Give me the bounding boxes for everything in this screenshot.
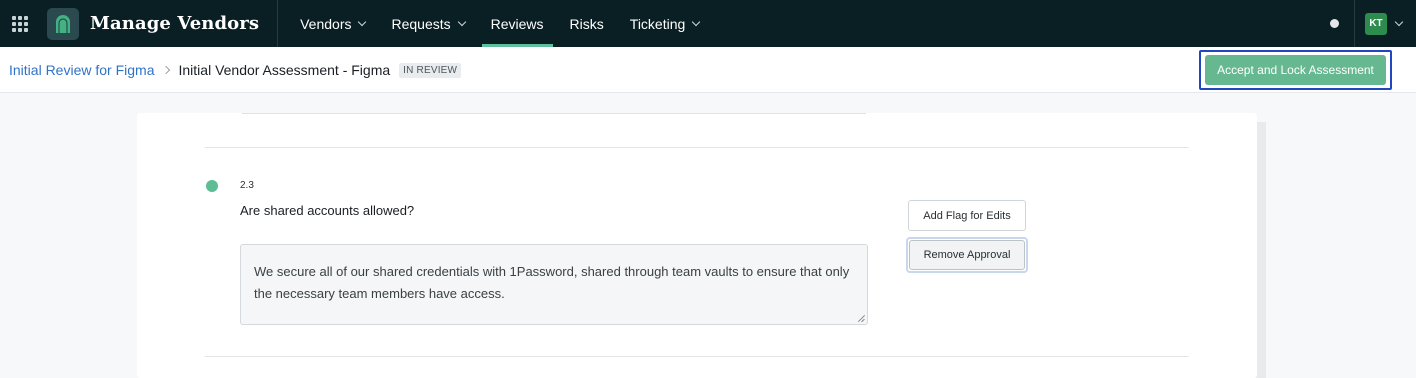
breadcrumb-current: Initial Vendor Assessment - Figma: [178, 62, 391, 78]
add-flag-button[interactable]: Add Flag for Edits: [908, 200, 1026, 231]
top-nav: Manage Vendors Vendors Requests Reviews …: [0, 0, 1416, 47]
status-badge: IN REVIEW: [399, 62, 462, 78]
nav-menu: Vendors Requests Reviews Risks Ticketing: [287, 0, 712, 47]
remove-approval-focus-ring: Remove Approval: [906, 237, 1028, 273]
avatar[interactable]: KT: [1365, 12, 1387, 35]
nav-item-label: Vendors: [300, 15, 352, 32]
chevron-down-icon: [692, 17, 701, 26]
nav-item-ticketing[interactable]: Ticketing: [621, 0, 709, 47]
nav-item-label: Ticketing: [629, 15, 686, 32]
answer-text: We secure all of our shared credentials …: [254, 264, 850, 301]
nav-item-label: Reviews: [490, 15, 544, 32]
nav-item-label: Requests: [391, 15, 451, 32]
nav-item-risks[interactable]: Risks: [561, 0, 613, 47]
approved-status-icon: [206, 180, 218, 192]
chevron-right-icon: [161, 65, 170, 75]
question-divider: [205, 147, 1189, 148]
breadcrumb-parent-link[interactable]: Initial Review for Figma: [9, 62, 155, 78]
chevron-down-icon: [457, 17, 466, 26]
app-title: Manage Vendors: [90, 13, 260, 34]
accept-and-lock-button[interactable]: Accept and Lock Assessment: [1205, 55, 1386, 85]
previous-answer-edge: [242, 113, 866, 116]
question-number: 2.3: [240, 180, 254, 191]
apps-grid-button[interactable]: [0, 0, 40, 47]
question-text: Are shared accounts allowed?: [240, 203, 415, 218]
breadcrumb: Initial Review for Figma Initial Vendor …: [9, 47, 462, 93]
nav-item-requests[interactable]: Requests: [382, 0, 473, 47]
nav-divider: [1354, 0, 1355, 47]
chevron-down-icon: [358, 17, 367, 26]
question-divider: [205, 356, 1189, 357]
sub-header: Initial Review for Figma Initial Vendor …: [0, 47, 1416, 93]
status-dot-icon[interactable]: [1330, 19, 1339, 28]
apps-grid-icon: [12, 15, 28, 32]
chevron-down-icon[interactable]: [1394, 17, 1404, 26]
answer-textarea[interactable]: We secure all of our shared credentials …: [240, 244, 868, 325]
nav-item-reviews[interactable]: Reviews: [481, 0, 553, 47]
nav-user-area: KT: [1330, 0, 1416, 47]
nav-item-vendors[interactable]: Vendors: [291, 0, 374, 47]
accept-button-focus-ring: Accept and Lock Assessment: [1199, 50, 1392, 90]
scroll-track: [1256, 122, 1266, 378]
logo-icon[interactable]: [47, 7, 79, 40]
resize-handle-icon[interactable]: [858, 315, 865, 322]
nav-divider: [277, 0, 279, 47]
nav-item-label: Risks: [569, 15, 604, 32]
remove-approval-button[interactable]: Remove Approval: [909, 240, 1025, 270]
